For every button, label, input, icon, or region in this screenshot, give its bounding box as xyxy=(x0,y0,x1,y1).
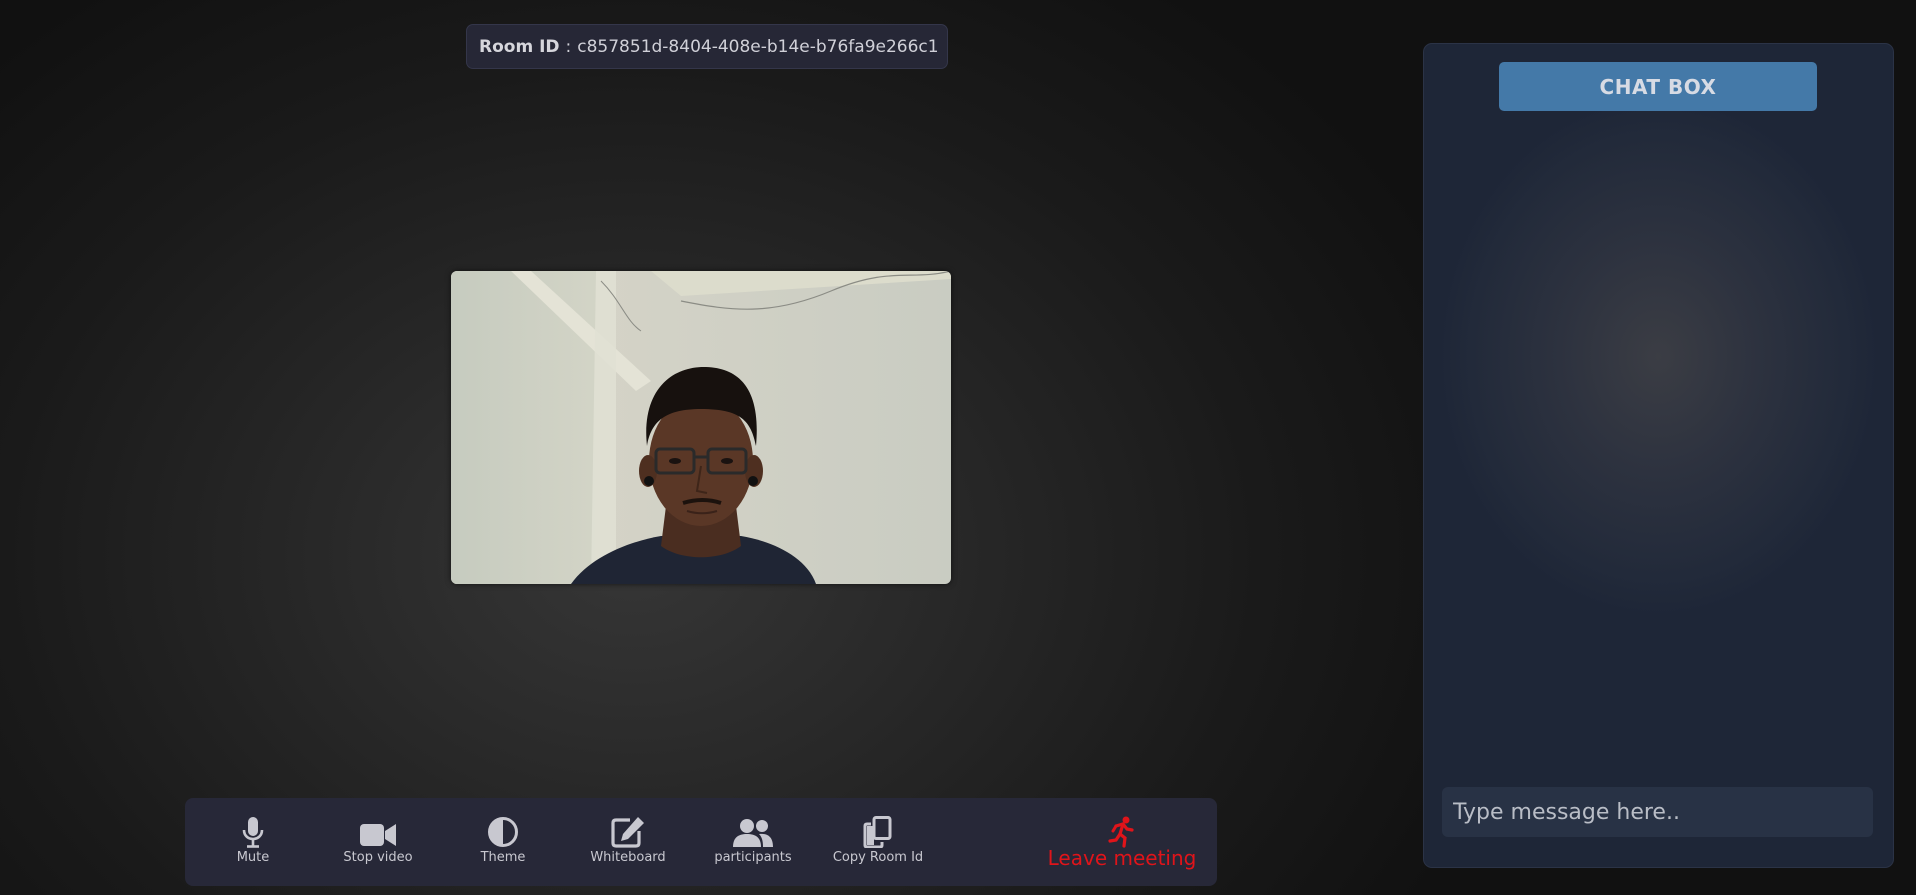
whiteboard-label: Whiteboard xyxy=(590,850,666,865)
participant-video-tile xyxy=(451,271,951,584)
copy-icon xyxy=(863,812,893,848)
whiteboard-button[interactable]: Whiteboard xyxy=(568,812,688,874)
mute-button[interactable]: Mute xyxy=(193,812,313,874)
room-id-separator: : xyxy=(565,36,572,57)
chat-panel: CHAT BOX xyxy=(1423,43,1894,868)
users-icon xyxy=(732,812,774,848)
mute-label: Mute xyxy=(236,850,270,865)
theme-label: Theme xyxy=(480,850,526,865)
running-person-icon xyxy=(1107,812,1137,848)
video-camera-icon xyxy=(359,812,397,848)
participants-label: participants xyxy=(714,850,792,865)
chat-box-title: CHAT BOX xyxy=(1499,62,1817,111)
microphone-icon xyxy=(242,812,264,848)
chat-message-input[interactable] xyxy=(1442,787,1873,837)
half-circle-contrast-icon xyxy=(487,812,519,848)
leave-meeting-label: Leave meeting xyxy=(1047,846,1197,870)
room-id-value: c857851d-8404-408e-b14e-b76fa9e266c1 xyxy=(577,36,939,57)
pen-square-icon xyxy=(611,812,645,848)
copy-room-id-button[interactable]: Copy Room Id xyxy=(818,812,938,874)
leave-meeting-button[interactable]: Leave meeting xyxy=(1047,812,1197,874)
room-id-badge: Room ID : c857851d-8404-408e-b14e-b76fa9… xyxy=(466,24,948,69)
webcam-feed-image xyxy=(451,271,951,584)
copy-room-id-label: Copy Room Id xyxy=(832,850,924,865)
meeting-toolbar: Mute Stop video Theme Whiteboard partici… xyxy=(185,798,1217,886)
theme-button[interactable]: Theme xyxy=(443,812,563,874)
participants-button[interactable]: participants xyxy=(693,812,813,874)
room-id-label: Room ID xyxy=(479,36,560,57)
stop-video-button[interactable]: Stop video xyxy=(318,812,438,874)
stop-video-label: Stop video xyxy=(343,850,413,865)
